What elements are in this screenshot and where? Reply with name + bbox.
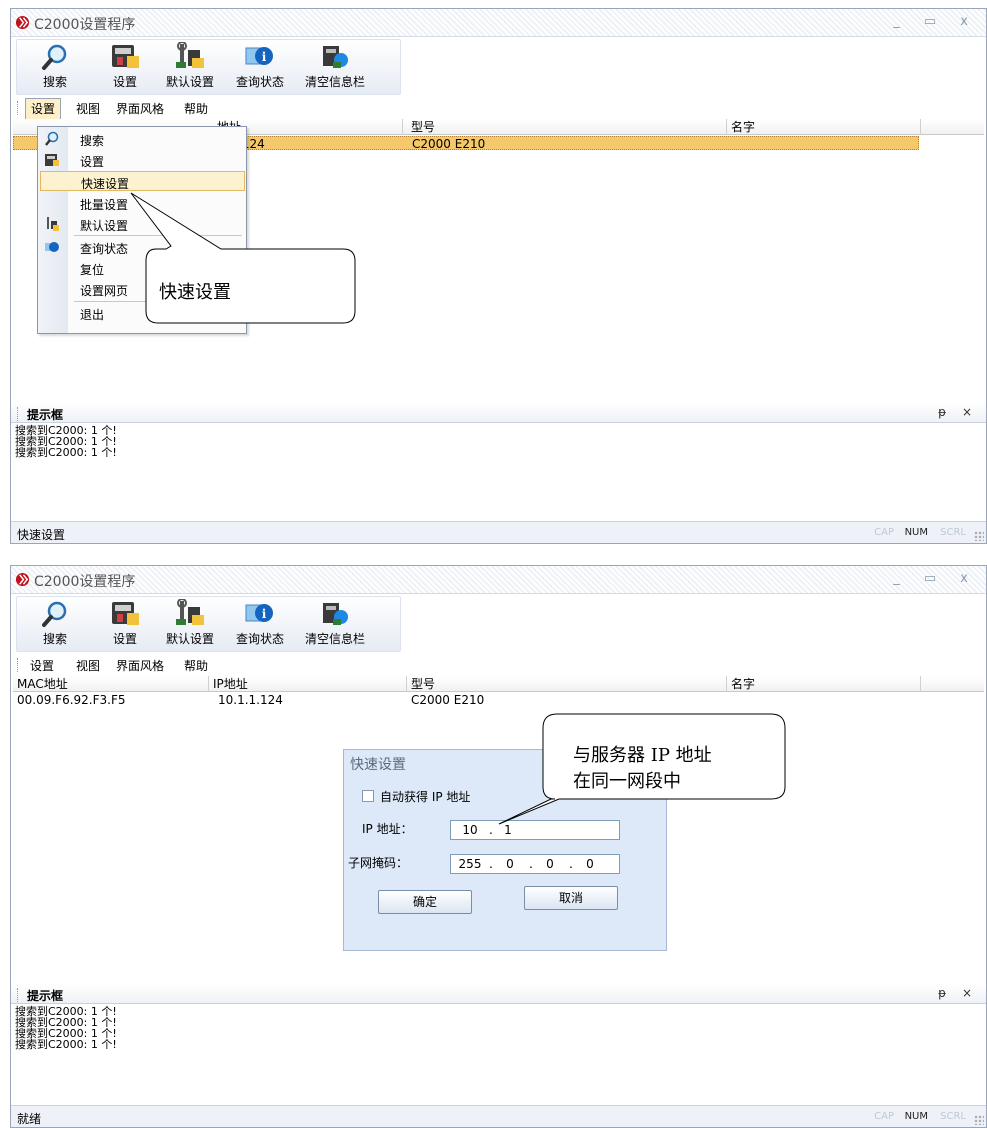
app-window-dialog-view: C2000设置程序 _ ▭ x 搜索 设置 默认设置 i 查询状态 清空信息栏 … bbox=[10, 565, 987, 1128]
scrl-indicator: SCRL bbox=[940, 527, 966, 538]
hint-close-icon[interactable]: × bbox=[962, 405, 978, 419]
log-line: 搜索到C2000: 1 个! bbox=[15, 424, 117, 437]
callout-text: 快速设置 bbox=[159, 282, 231, 303]
app-window-menu-view: C2000设置程序 _ ▭ x 搜索 设置 默认设置 i 查询状态 清空信息栏 … bbox=[10, 8, 987, 544]
status-text: 快速设置 bbox=[17, 528, 66, 542]
status-text: 就绪 bbox=[17, 1112, 42, 1126]
status-bar: 快速设置 CAP NUM SCRL bbox=[11, 521, 986, 543]
hint-panel: 提示框 ᵽ × 搜索到C2000: 1 个! 搜索到C2000: 1 个! 搜索… bbox=[11, 984, 986, 1104]
resize-grip[interactable] bbox=[974, 531, 984, 541]
hint-close-icon[interactable]: × bbox=[962, 986, 978, 1000]
callout-text-line1: 与服务器 IP 地址 bbox=[573, 745, 712, 766]
hint-log: 搜索到C2000: 1 个! 搜索到C2000: 1 个! 搜索到C2000: … bbox=[15, 1006, 982, 1050]
status-bar: 就绪 CAP NUM SCRL bbox=[11, 1105, 986, 1127]
hint-title: 提示框 bbox=[27, 408, 64, 422]
log-line: 搜索到C2000: 1 个! bbox=[15, 1027, 117, 1040]
log-line: 搜索到C2000: 1 个! bbox=[15, 1005, 117, 1018]
cap-indicator: CAP bbox=[874, 527, 894, 538]
pin-icon[interactable]: ᵽ bbox=[938, 986, 952, 1000]
log-line: 搜索到C2000: 1 个! bbox=[15, 1016, 117, 1029]
log-line: 搜索到C2000: 1 个! bbox=[15, 435, 117, 448]
pin-icon[interactable]: ᵽ bbox=[938, 405, 952, 419]
num-indicator: NUM bbox=[904, 527, 928, 538]
hint-panel: 提示框 ᵽ × 搜索到C2000: 1 个! 搜索到C2000: 1 个! 搜索… bbox=[11, 403, 986, 523]
hint-log: 搜索到C2000: 1 个! 搜索到C2000: 1 个! 搜索到C2000: … bbox=[15, 425, 982, 458]
resize-grip[interactable] bbox=[974, 1115, 984, 1125]
scrl-indicator: SCRL bbox=[940, 1111, 966, 1122]
log-line: 搜索到C2000: 1 个! bbox=[15, 1038, 117, 1051]
cap-indicator: CAP bbox=[874, 1111, 894, 1122]
hint-title: 提示框 bbox=[27, 989, 64, 1003]
log-line: 搜索到C2000: 1 个! bbox=[15, 446, 117, 459]
callout-text-line2: 在同一网段中 bbox=[573, 771, 681, 792]
num-indicator: NUM bbox=[904, 1111, 928, 1122]
